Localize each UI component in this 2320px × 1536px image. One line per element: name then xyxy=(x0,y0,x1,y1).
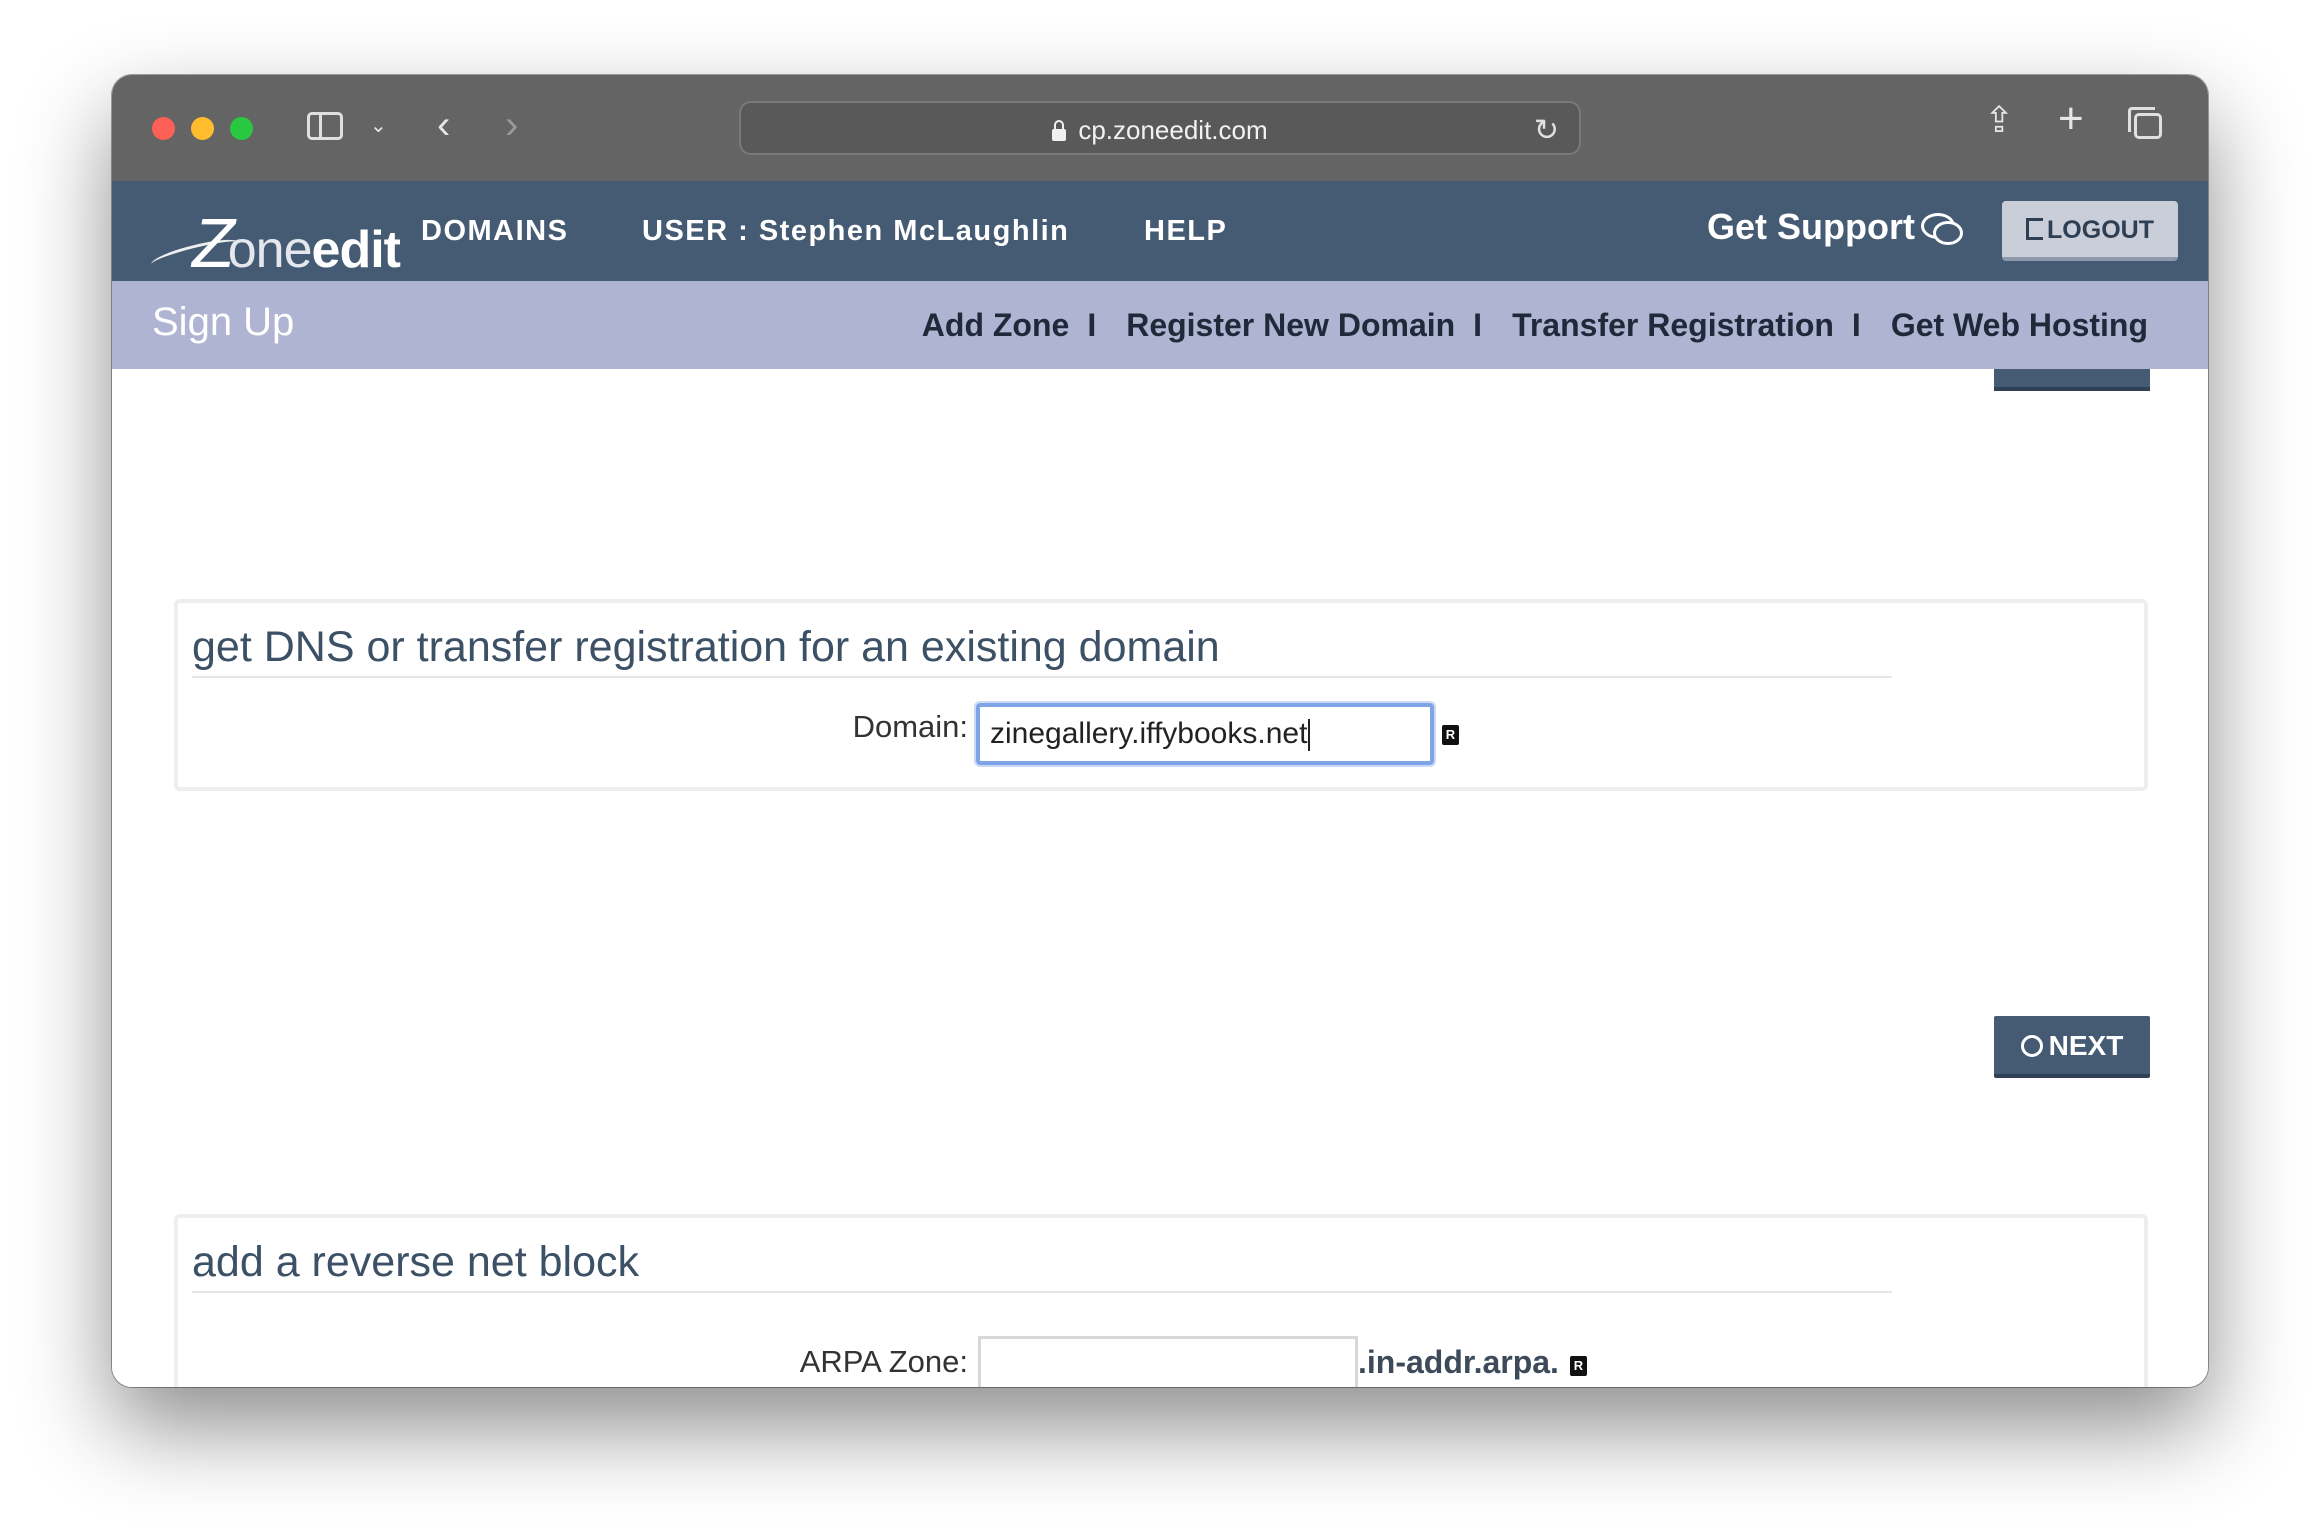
share-icon[interactable]: ⇪ xyxy=(1984,99,2014,141)
nav-domains[interactable]: DOMAINS xyxy=(421,215,568,248)
next-button-label: NEXT xyxy=(2048,1030,2124,1061)
subnav-links: Add Zone I Register New Domain I Transfer Re… xyxy=(922,307,2148,344)
nav-user[interactable]: USER : Stephen McLaughlin xyxy=(642,215,1069,248)
logo-text: Zoneedit xyxy=(192,204,401,282)
lock-icon xyxy=(1052,120,1067,141)
new-tab-icon[interactable]: + xyxy=(2058,97,2084,141)
get-support-label: Get Support xyxy=(1707,206,1915,247)
domain-input[interactable]: zinegallery.iffybooks.net xyxy=(974,701,1436,767)
arpa-suffix: .in-addr.arpa. xyxy=(1358,1344,1559,1380)
minimize-window-button[interactable] xyxy=(191,117,214,140)
chevron-down-icon[interactable]: ⌄ xyxy=(370,113,387,138)
subnav-separator: I xyxy=(1473,307,1483,343)
forward-icon[interactable]: › xyxy=(505,105,518,145)
domain-input-value: zinegallery.iffybooks.net xyxy=(990,717,1308,750)
logout-icon xyxy=(2026,218,2044,240)
browser-toolbar: ⌄ ‹ › cp.zoneedit.com ↻ ⇪ + xyxy=(112,75,2208,183)
back-icon[interactable]: ‹ xyxy=(437,105,450,145)
partially-hidden-next-button[interactable] xyxy=(1994,369,2150,391)
zoneedit-logo[interactable]: Zoneedit xyxy=(149,195,401,282)
subnav-transfer-registration[interactable]: Transfer Registration xyxy=(1512,307,1834,343)
subnav-add-zone[interactable]: Add Zone xyxy=(922,307,1070,343)
reload-icon[interactable]: ↻ xyxy=(1534,113,1559,148)
dns-transfer-panel: get DNS or transfer registration for an … xyxy=(174,599,2148,791)
get-support-link[interactable]: Get Support xyxy=(1707,206,1963,248)
help-icon[interactable]: R xyxy=(1570,1356,1587,1376)
arpa-zone-label: ARPA Zone: xyxy=(799,1344,968,1379)
site-header: Zoneedit DOMAINS USER : Stephen McLaughl… xyxy=(112,181,2208,282)
help-icon[interactable]: R xyxy=(1442,725,1459,745)
address-bar[interactable]: cp.zoneedit.com ↻ xyxy=(739,101,1581,155)
subnav-register-new-domain[interactable]: Register New Domain xyxy=(1126,307,1455,343)
circle-arrow-icon xyxy=(2020,1035,2043,1057)
dns-panel-title: get DNS or transfer registration for an … xyxy=(192,623,1892,678)
logout-button[interactable]: LOGOUT xyxy=(2002,201,2178,261)
sidebar-toggle-icon[interactable] xyxy=(307,112,343,140)
tab-overview-icon[interactable] xyxy=(2128,107,2162,139)
subnav-get-web-hosting[interactable]: Get Web Hosting xyxy=(1891,307,2148,343)
url-display: cp.zoneedit.com xyxy=(741,115,1579,146)
nav-help[interactable]: HELP xyxy=(1144,215,1227,248)
browser-window: ⌄ ‹ › cp.zoneedit.com ↻ ⇪ + Zoneedit DOM… xyxy=(112,75,2208,1387)
reverse-panel-title: add a reverse net block xyxy=(192,1238,1892,1293)
close-window-button[interactable] xyxy=(152,117,175,140)
logout-label: LOGOUT xyxy=(2047,216,2154,244)
subnav-separator: I xyxy=(1087,307,1097,343)
subnav-separator: I xyxy=(1851,307,1861,343)
url-text: cp.zoneedit.com xyxy=(1078,115,1268,145)
sub-navigation: Sign Up Add Zone I Register New Domain I Tra… xyxy=(112,281,2208,369)
chat-bubbles-icon xyxy=(1920,213,1963,245)
arpa-zone-input[interactable] xyxy=(978,1336,1358,1387)
page-title: Sign Up xyxy=(152,300,295,344)
page-content: get DNS or transfer registration for an … xyxy=(112,369,2208,1387)
text-caret xyxy=(1308,719,1311,752)
reverse-net-block-panel: add a reverse net block ARPA Zone: .in-a… xyxy=(174,1214,2148,1387)
fullscreen-window-button[interactable] xyxy=(230,117,253,140)
domain-label: Domain: xyxy=(852,709,968,744)
next-button[interactable]: NEXT xyxy=(1994,1016,2150,1078)
